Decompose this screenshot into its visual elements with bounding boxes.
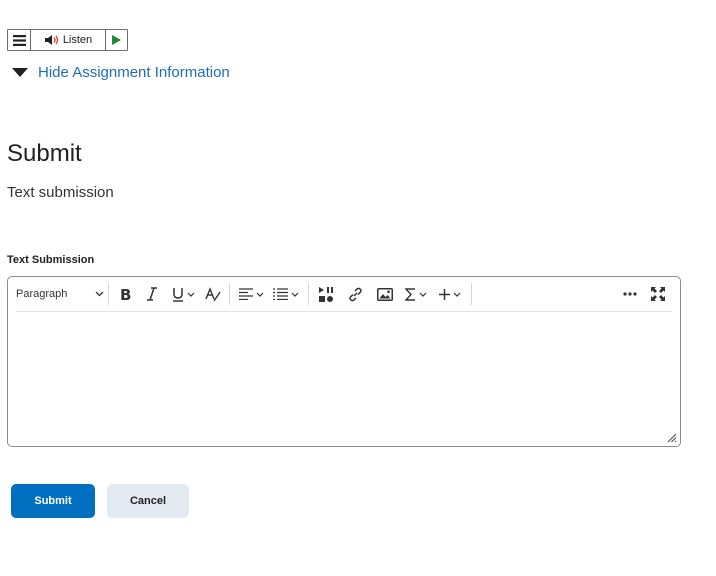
- listen-button[interactable]: Listen: [31, 30, 106, 50]
- listen-label: Listen: [62, 34, 93, 46]
- hide-assignment-info-label: Hide Assignment Information: [38, 64, 230, 81]
- clear-format-icon: [205, 286, 221, 301]
- svg-text:B: B: [120, 287, 131, 301]
- hide-assignment-info-toggle[interactable]: Hide Assignment Information: [12, 64, 230, 81]
- caret-down-icon: [12, 68, 28, 77]
- block-format-select[interactable]: Paragraph: [16, 281, 104, 307]
- text-submission-label: Text Submission: [7, 254, 95, 266]
- align-left-icon: [238, 288, 253, 300]
- sigma-icon: [405, 287, 415, 301]
- link-icon: [348, 287, 362, 301]
- insert-link-button[interactable]: [339, 281, 371, 307]
- chevron-down-icon: [187, 292, 194, 297]
- plus-icon: [439, 288, 450, 300]
- underline-icon: [172, 287, 183, 302]
- editor-toolbar: Paragraph B: [16, 277, 672, 312]
- bold-button[interactable]: B: [113, 281, 139, 307]
- text-submission-editor: Paragraph B: [7, 276, 681, 447]
- list-button[interactable]: [268, 281, 304, 307]
- block-format-value: Paragraph: [16, 288, 68, 300]
- submit-heading: Submit: [7, 140, 82, 167]
- chevron-down-icon: [95, 291, 104, 297]
- cancel-button[interactable]: Cancel: [107, 484, 189, 518]
- italic-button[interactable]: [139, 281, 165, 307]
- image-icon: [377, 287, 393, 301]
- fullscreen-icon: [651, 287, 665, 301]
- toolbar-separator: [108, 283, 109, 305]
- italic-icon: [147, 287, 157, 301]
- insert-more-button[interactable]: [433, 281, 467, 307]
- insert-image-button[interactable]: [371, 281, 399, 307]
- insert-media-button[interactable]: [313, 281, 339, 307]
- submit-button[interactable]: Submit: [11, 484, 95, 518]
- chevron-down-icon: [453, 292, 461, 297]
- bullet-list-icon: [273, 288, 288, 300]
- resize-grip-icon[interactable]: [667, 433, 677, 443]
- listen-menu-button[interactable]: [8, 30, 31, 50]
- toolbar-separator: [308, 283, 309, 305]
- chevron-down-icon: [291, 292, 299, 297]
- hamburger-icon: [12, 34, 26, 46]
- toolbar-separator: [229, 283, 230, 305]
- play-button[interactable]: [106, 30, 127, 50]
- editor-content-area[interactable]: [16, 313, 672, 446]
- align-button[interactable]: [234, 281, 268, 307]
- fullscreen-button[interactable]: [644, 281, 672, 307]
- clear-format-button[interactable]: [201, 281, 225, 307]
- play-icon: [112, 35, 121, 45]
- underline-button[interactable]: [165, 281, 201, 307]
- equation-button[interactable]: [399, 281, 433, 307]
- chevron-down-icon: [256, 292, 263, 297]
- speaker-icon: [44, 35, 58, 45]
- toolbar-separator: [471, 283, 472, 305]
- listen-toolbar: Listen: [7, 29, 128, 51]
- insert-stuff-icon: [318, 286, 333, 302]
- bold-icon: B: [120, 287, 131, 301]
- submission-type-text: Text submission: [7, 184, 114, 201]
- ellipsis-icon: [623, 292, 637, 296]
- chevron-down-icon: [419, 292, 427, 297]
- more-options-button[interactable]: [616, 281, 644, 307]
